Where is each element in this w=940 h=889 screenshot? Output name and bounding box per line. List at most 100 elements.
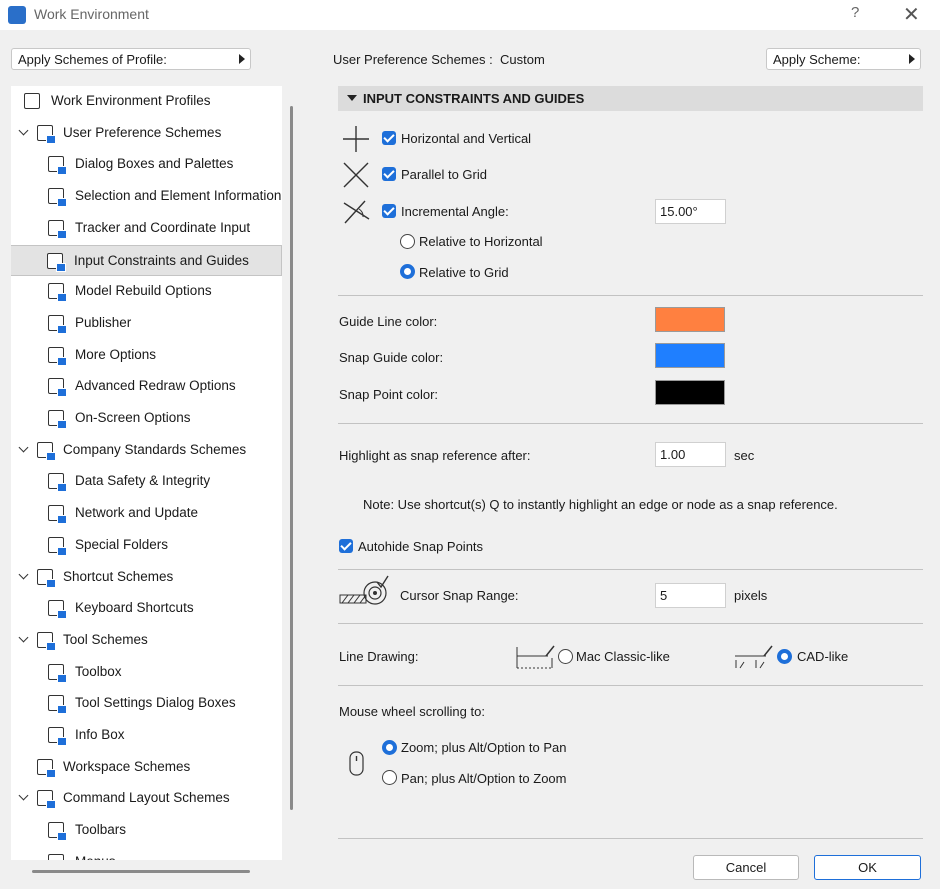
mouse-icon xyxy=(349,751,364,776)
tree-item[interactable]: Tracker and Coordinate Input xyxy=(11,213,282,244)
chevron-down-icon[interactable] xyxy=(18,632,29,643)
scheme-value: Custom xyxy=(500,52,545,67)
apply-profile-dropdown[interactable]: Apply Schemes of Profile: xyxy=(11,48,251,70)
pan-label: Pan; plus Alt/Option to Zoom xyxy=(401,771,567,786)
tree-item[interactable]: Input Constraints and Guides xyxy=(11,244,282,276)
chevron-down-icon[interactable] xyxy=(18,442,29,453)
profiles-icon xyxy=(24,93,40,109)
pan-radio[interactable] xyxy=(382,770,397,785)
tree-item[interactable]: Network and Update xyxy=(11,498,282,529)
scheme-tree: Work Environment Profiles User Preference… xyxy=(11,86,282,860)
snap-guide-color-swatch[interactable] xyxy=(655,343,725,368)
zoom-radio[interactable] xyxy=(382,740,397,755)
tree-item[interactable]: Company Standards Schemes xyxy=(11,435,282,466)
cursor-snap-input[interactable]: 5 xyxy=(655,583,726,608)
tree-item[interactable]: More Options xyxy=(11,340,282,371)
tree-item-label: Selection and Element Information xyxy=(75,188,282,204)
cad-like-icon xyxy=(735,645,773,669)
globe-icon xyxy=(48,505,67,525)
tree-item-label: Tool Settings Dialog Boxes xyxy=(75,695,236,711)
parallel-grid-icon xyxy=(343,162,369,188)
tree-item[interactable]: Tool Schemes xyxy=(11,625,282,656)
chevron-right-icon xyxy=(909,54,915,64)
tree-vertical-scrollbar[interactable] xyxy=(290,106,293,810)
user-prefs-icon xyxy=(37,124,56,144)
tree-item[interactable]: User Preference Schemes xyxy=(11,118,282,149)
tree-item-label: User Preference Schemes xyxy=(63,124,222,140)
tree-item[interactable]: Advanced Redraw Options xyxy=(11,371,282,402)
tree-item[interactable]: On-Screen Options xyxy=(11,403,282,434)
tree-item[interactable]: Dialog Boxes and Palettes xyxy=(11,149,282,180)
cancel-button[interactable]: Cancel xyxy=(693,855,799,880)
tree-item[interactable]: Toolbox xyxy=(11,657,282,688)
help-icon[interactable]: ? xyxy=(851,4,859,21)
section-header[interactable]: INPUT CONSTRAINTS AND GUIDES xyxy=(338,86,923,111)
highlight-delay-input[interactable]: 1.00 xyxy=(655,442,726,467)
relative-horizontal-radio[interactable] xyxy=(400,234,415,249)
tree-item[interactable]: Model Rebuild Options xyxy=(11,276,282,307)
tree-item[interactable]: Menus xyxy=(11,847,282,860)
ok-button[interactable]: OK xyxy=(814,855,921,880)
autohide-snap-points-checkbox[interactable] xyxy=(339,539,353,553)
tree-item[interactable]: Shortcut Schemes xyxy=(11,562,282,593)
divider xyxy=(338,295,923,296)
on-screen-icon xyxy=(48,410,67,429)
tree-item[interactable]: Special Folders xyxy=(11,530,282,561)
title-bar: Work Environment ? ✕ xyxy=(0,0,940,30)
guide-line-color-swatch[interactable] xyxy=(655,307,725,332)
divider xyxy=(338,838,923,839)
tree-horizontal-scrollbar[interactable] xyxy=(32,870,250,873)
relative-horizontal-label: Relative to Horizontal xyxy=(419,234,543,249)
chevron-down-icon[interactable] xyxy=(18,790,29,801)
snap-guide-color-label: Snap Guide color: xyxy=(339,350,444,365)
tree-item[interactable]: Keyboard Shortcuts xyxy=(11,593,282,624)
tree-item-label: Company Standards Schemes xyxy=(63,441,247,457)
horizontal-vertical-checkbox[interactable] xyxy=(382,131,396,145)
collapse-triangle-icon xyxy=(347,95,357,101)
more-options-icon xyxy=(48,346,67,366)
tree-item-label: More Options xyxy=(75,346,157,362)
toolbox-icon xyxy=(48,663,67,683)
cad-like-radio[interactable] xyxy=(777,649,792,664)
tree-item[interactable]: Info Box xyxy=(11,720,282,751)
tree-item-label: Publisher xyxy=(75,314,132,330)
tree-item[interactable]: Selection and Element Information xyxy=(11,181,282,212)
app-logo-icon xyxy=(8,6,26,24)
tree-item-label: Dialog Boxes and Palettes xyxy=(75,156,234,172)
workspace-icon xyxy=(37,758,56,778)
incremental-angle-input[interactable]: 15.00° xyxy=(655,199,726,224)
mac-classic-radio[interactable] xyxy=(558,649,573,664)
tree-item-label: Info Box xyxy=(75,727,125,742)
tree-item[interactable]: Publisher xyxy=(11,308,282,339)
chevron-down-icon[interactable] xyxy=(18,125,29,136)
tree-item[interactable]: Command Layout Schemes xyxy=(11,783,282,814)
dialog-boxes-icon xyxy=(48,156,67,176)
cursor-snap-icon xyxy=(339,575,389,605)
incremental-angle-label: Incremental Angle: xyxy=(401,204,509,219)
tree-item[interactable]: Workspace Schemes xyxy=(11,752,282,783)
tree-item[interactable]: Data Safety & Integrity xyxy=(11,466,282,497)
tree-item-label: Command Layout Schemes xyxy=(63,790,230,806)
close-icon[interactable]: ✕ xyxy=(903,2,920,27)
tree-item[interactable]: Tool Settings Dialog Boxes xyxy=(11,688,282,719)
mac-classic-icon xyxy=(516,645,555,669)
tree-item[interactable]: Work Environment Profiles xyxy=(11,86,282,117)
tree-item[interactable]: Toolbars xyxy=(11,815,282,846)
tree-item-label: Special Folders xyxy=(75,536,169,552)
mouse-wheel-label: Mouse wheel scrolling to: xyxy=(339,704,485,719)
tree-item-label: Advanced Redraw Options xyxy=(75,378,236,394)
autohide-snap-points-label: Autohide Snap Points xyxy=(358,539,484,554)
relative-grid-radio[interactable] xyxy=(400,264,415,279)
cad-like-label: CAD-like xyxy=(797,649,849,664)
parallel-grid-checkbox[interactable] xyxy=(382,167,396,181)
tree-item-label: Input Constraints and Guides xyxy=(74,252,249,268)
incremental-angle-checkbox[interactable] xyxy=(382,204,396,218)
horizontal-vertical-label: Horizontal and Vertical xyxy=(401,131,532,146)
scheme-label: User Preference Schemes : xyxy=(333,52,493,67)
chevron-down-icon[interactable] xyxy=(18,569,29,579)
tree-item-label: Workspace Schemes xyxy=(63,758,191,774)
apply-scheme-dropdown[interactable]: Apply Scheme: xyxy=(766,48,921,70)
snap-point-color-swatch[interactable] xyxy=(655,380,725,405)
command-layout-icon xyxy=(37,790,56,810)
window-title: Work Environment xyxy=(34,6,149,22)
